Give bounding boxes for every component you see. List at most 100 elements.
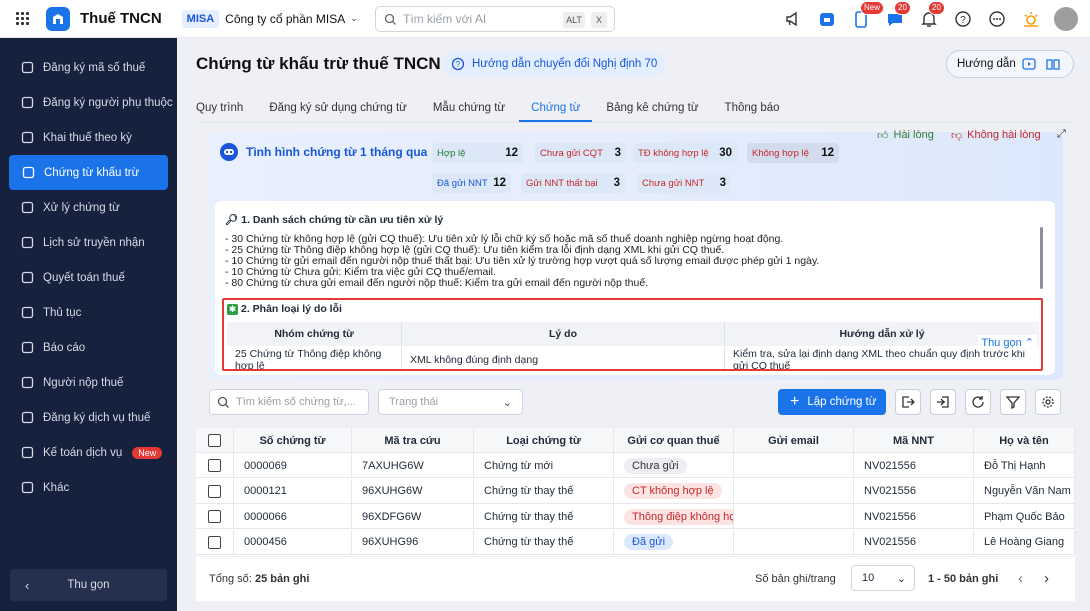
top-actions: New 20 20 ?: [782, 0, 1090, 38]
table-cell-email: [734, 529, 854, 555]
sidebar-item[interactable]: Kế toán dịch vụ New: [0, 435, 177, 470]
row-checkbox[interactable]: [208, 535, 221, 549]
stat-pill[interactable]: TĐ không hợp lệ 30: [633, 143, 737, 163]
tab[interactable]: Mẫu chứng từ: [433, 96, 505, 122]
feedback-like[interactable]: 👍︎ Hài lòng: [877, 126, 934, 144]
sidebar-item[interactable]: Quyết toán thuế: [0, 260, 177, 295]
row-checkbox[interactable]: [208, 484, 221, 498]
check-square-icon: ✱: [227, 303, 238, 315]
more-options-icon[interactable]: [986, 8, 1008, 30]
sidebar: Đăng ký mã số thuế Đăng ký người phụ thuộ…: [0, 38, 177, 611]
table-cell-ma: 7AXUHG6W: [352, 453, 474, 478]
feedback-dislike[interactable]: 👎︎ Không hài lòng: [951, 126, 1041, 144]
sidebar-item[interactable]: Khai thuế theo kỳ: [0, 120, 177, 155]
sidebar-item[interactable]: Đăng ký người phụ thuộc: [0, 85, 177, 120]
expand-icon[interactable]: ⤢: [1057, 128, 1066, 141]
stat-value: 3: [614, 147, 621, 159]
transfer-icon: [20, 236, 34, 250]
next-page-icon[interactable]: ›: [1044, 570, 1049, 587]
tab[interactable]: Chứng từ: [519, 96, 593, 122]
sidebar-item[interactable]: Đăng ký mã số thuế: [0, 50, 177, 85]
row-checkbox[interactable]: [208, 510, 221, 524]
status-select[interactable]: Trạng thái ⌄: [378, 389, 523, 415]
store-icon[interactable]: [816, 8, 838, 30]
document-icon: [20, 131, 34, 145]
stat-pill[interactable]: Đã gửi NNT 12: [432, 173, 511, 193]
sidebar-item[interactable]: Chứng từ khấu trừ: [9, 155, 168, 190]
sidebar-item[interactable]: Báo cáo: [0, 330, 177, 365]
sidebar-collapse-button[interactable]: ‹ Thu gọn: [10, 569, 167, 601]
tax-status-cell: CT không hợp lệ: [614, 478, 734, 504]
stat-label: Gửi NNT thất bại: [526, 177, 598, 189]
feedback-like-label: Hài lòng: [893, 129, 934, 141]
sidebar-item[interactable]: Khác: [0, 470, 177, 505]
summary-title: Tình hình chứng từ 1 tháng qua: [246, 145, 428, 159]
table-row[interactable]: 0000121 96XUHG6W Chứng từ thay thế CT không…: [196, 478, 1075, 504]
checkbox-cell: [196, 529, 234, 555]
table-cell-loai: Chứng từ mới: [474, 453, 614, 478]
megaphone-icon[interactable]: [782, 8, 804, 30]
help-button[interactable]: Hướng dẫn: [946, 50, 1074, 78]
chevron-down-icon[interactable]: ⌄: [350, 13, 358, 24]
per-page-select[interactable]: 10 ⌄: [851, 565, 915, 591]
bell-icon[interactable]: 20: [918, 1, 945, 30]
sidebar-item[interactable]: Đăng ký dịch vụ thuế: [0, 400, 177, 435]
table-cell-so: 0000066: [234, 504, 352, 530]
settlement-icon: [20, 271, 34, 285]
people-icon: [20, 96, 34, 110]
company-selector[interactable]: Công ty cổ phần MISA: [225, 12, 345, 26]
ai-search-input[interactable]: Tìm kiếm với AI ALT X: [375, 6, 615, 32]
help-icon[interactable]: ?: [952, 8, 974, 30]
table-row[interactable]: 0000069 7AXUHG6W Chứng từ mới Chưa gửi NV021…: [196, 453, 1075, 478]
refresh-icon[interactable]: [965, 389, 991, 415]
create-voucher-button[interactable]: + Lập chứng từ: [778, 389, 886, 415]
tab[interactable]: Bảng kê chứng từ: [606, 96, 698, 122]
stat-pill[interactable]: Gửi NNT thất bại 3: [521, 173, 625, 193]
top-bar: Thuế TNCN MISA Công ty cổ phần MISA ⌄ Tì…: [0, 0, 1090, 38]
sidebar-item[interactable]: Người nộp thuế: [0, 365, 177, 400]
settings-icon[interactable]: [1035, 389, 1061, 415]
select-all-checkbox[interactable]: [208, 434, 221, 447]
guide-link[interactable]: ? Hướng dẫn chuyển đổi Nghị định 70: [444, 52, 667, 76]
stat-pill[interactable]: Chưa gửi NNT 3: [637, 173, 731, 193]
book-icon: [1046, 59, 1060, 70]
stat-value: 12: [821, 147, 834, 159]
tab[interactable]: Thông báo: [725, 96, 780, 122]
stat-pill[interactable]: Chưa gửi CQT 3: [535, 143, 626, 163]
tab[interactable]: Đăng ký sử dụng chứng từ: [269, 96, 407, 122]
sun-icon[interactable]: [1020, 8, 1042, 30]
procedure-icon: [20, 306, 34, 320]
stat-value: 30: [719, 147, 732, 159]
prev-page-icon[interactable]: ‹: [1018, 570, 1023, 587]
stat-pill[interactable]: Không hợp lệ 12: [747, 143, 839, 163]
app-grid-icon[interactable]: [16, 11, 30, 26]
stat-pill[interactable]: Hợp lệ 12: [432, 143, 523, 163]
new-badge: New: [132, 446, 163, 459]
scrollbar[interactable]: [1040, 227, 1043, 289]
stat-label: Chưa gửi NNT: [642, 177, 705, 189]
checkbox-cell: [196, 478, 234, 504]
sidebar-item[interactable]: Xử lý chứng từ: [0, 190, 177, 225]
table-row[interactable]: 0000456 96XUHG96 Chứng từ thay thế Đã gửi NV…: [196, 529, 1075, 555]
avatar[interactable]: [1054, 7, 1078, 31]
document-process-icon: [20, 201, 34, 215]
export-icon[interactable]: [895, 389, 921, 415]
table-cell-loai: Chứng từ thay thế: [474, 478, 614, 504]
table-row[interactable]: 0000066 96XDFG6W Chứng từ thay thế Thông đi…: [196, 504, 1075, 530]
tab[interactable]: Quy trình: [196, 96, 243, 122]
per-page-value: 10: [862, 572, 875, 584]
table-cell-email: [734, 478, 854, 504]
sidebar-item-label: Khác: [43, 481, 70, 494]
import-icon[interactable]: [930, 389, 956, 415]
chat-icon[interactable]: 20: [884, 1, 911, 30]
collapse-link[interactable]: Thu gọn ⌃: [978, 335, 1037, 350]
sidebar-item[interactable]: Thủ tục: [0, 295, 177, 330]
stat-label: Hợp lệ: [437, 147, 466, 159]
sidebar-item[interactable]: Lịch sử truyền nhận: [0, 225, 177, 260]
voucher-search-input[interactable]: Tìm kiếm số chứng từ,...: [209, 389, 369, 415]
mobile-app-icon[interactable]: New: [850, 1, 885, 30]
table-cell-nnt: NV021556: [854, 453, 974, 478]
filter-icon[interactable]: [1000, 389, 1026, 415]
sidebar-item-label: Người nộp thuế: [43, 376, 124, 389]
row-checkbox[interactable]: [208, 459, 221, 472]
